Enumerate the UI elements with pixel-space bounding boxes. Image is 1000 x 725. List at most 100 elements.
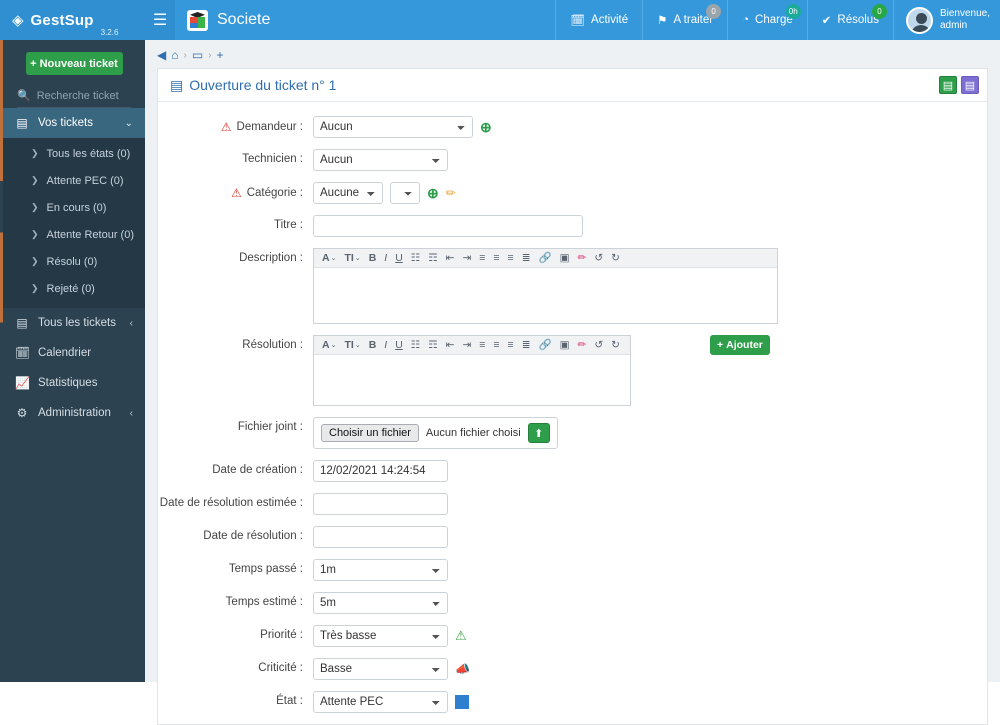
justify-icon[interactable]: ≣	[518, 253, 535, 264]
etat-select[interactable]: Attente PEC	[313, 691, 448, 713]
sidebar-item-rejete[interactable]: ❯ Rejeté (0)	[3, 275, 145, 302]
technicien-select[interactable]: Aucun	[313, 149, 448, 171]
indent-icon[interactable]: ⇥	[458, 253, 475, 264]
status-badge: 0	[871, 4, 887, 19]
new-ticket-button[interactable]: + Nouveau ticket	[25, 52, 123, 75]
categorie-select[interactable]: Aucune	[313, 182, 383, 204]
align-right-icon[interactable]: ≡	[504, 340, 518, 351]
upload-icon[interactable]: ⬆	[527, 423, 550, 443]
date-resolution-estimee-input[interactable]	[313, 493, 448, 515]
outdent-icon[interactable]: ⇤	[442, 340, 459, 351]
numbered-list-icon[interactable]: ☶	[424, 253, 441, 264]
underline-icon[interactable]: U	[391, 340, 407, 351]
highlighter-icon[interactable]: ✏	[574, 253, 591, 264]
save-and-close-button[interactable]: ▤	[961, 76, 979, 94]
redo-icon[interactable]: ↻	[607, 253, 624, 264]
outdent-icon[interactable]: ⇤	[442, 253, 459, 264]
date-creation-input[interactable]	[313, 460, 448, 482]
temps-passe-select[interactable]: 1m	[313, 559, 448, 581]
sous-categorie-select[interactable]	[390, 182, 420, 204]
font-color-icon[interactable]: A ⌄	[318, 340, 340, 351]
user-menu[interactable]: Bienvenue, admin	[892, 0, 1000, 40]
add-demandeur-icon[interactable]: ⊕	[480, 120, 492, 134]
link-icon[interactable]: 🔗	[535, 253, 556, 264]
sidebar-item-vos-tickets[interactable]: ▤ Vos tickets ⌄	[3, 108, 145, 138]
field-row-date-resolution-estimee: Date de résolution estimée :	[158, 493, 987, 515]
align-center-icon[interactable]: ≡	[489, 340, 503, 351]
add-button[interactable]: + Ajouter	[710, 335, 770, 355]
home-icon[interactable]: ⌂	[171, 48, 178, 62]
breadcrumb: ◀ ⌂ › ▭ › +	[145, 40, 1000, 68]
link-icon[interactable]: 🔗	[535, 340, 556, 351]
sidebar-item-attente-retour[interactable]: ❯ Attente Retour (0)	[3, 221, 145, 248]
check-icon: ✔	[821, 15, 832, 27]
date-resolution-input[interactable]	[313, 526, 448, 548]
add-categorie-icon[interactable]: ⊕	[427, 186, 439, 200]
highlighter-icon[interactable]: ✏	[574, 340, 591, 351]
bold-icon[interactable]: B	[365, 253, 381, 264]
bullet-list-icon[interactable]: ☷	[407, 340, 424, 351]
redo-icon[interactable]: ↻	[607, 340, 624, 351]
add-icon[interactable]: +	[217, 48, 224, 62]
undo-icon[interactable]: ↺	[590, 340, 607, 351]
demandeur-select[interactable]: Aucun	[313, 116, 473, 138]
resolution-textarea[interactable]	[314, 355, 630, 405]
back-icon[interactable]: ◀	[157, 48, 166, 62]
sidebar-subitem-label: Attente PEC (0)	[46, 174, 124, 187]
align-left-icon[interactable]: ≡	[475, 340, 489, 351]
criticite-select[interactable]: Basse	[313, 658, 448, 680]
label-description: Description :	[158, 248, 313, 264]
description-textarea[interactable]	[314, 268, 777, 323]
sidebar-item-en-cours[interactable]: ❯ En cours (0)	[3, 194, 145, 221]
field-row-priorite: Priorité : Très basse ⚠	[158, 625, 987, 647]
font-size-icon[interactable]: TI ⌄	[340, 340, 364, 351]
chevron-right-icon: ❯	[31, 175, 39, 185]
search-ticket-field[interactable]: 🔍 Recherche ticket	[17, 89, 131, 108]
sidebar-subitem-label: Rejeté (0)	[46, 282, 95, 295]
sidebar-item-attente-pec[interactable]: ❯ Attente PEC (0)	[3, 167, 145, 194]
font-color-icon[interactable]: A ⌄	[318, 253, 340, 264]
sidebar-item-tous-les-etats[interactable]: ❯ Tous les états (0)	[3, 140, 145, 167]
ticket-icon[interactable]: ▭	[192, 48, 203, 62]
hamburger-icon[interactable]: ☰	[145, 0, 175, 40]
edit-categorie-icon[interactable]: ✏	[446, 187, 456, 199]
label-text: Demandeur :	[236, 121, 303, 133]
sidebar-item-statistiques[interactable]: 📈 Statistiques	[3, 368, 145, 398]
choose-file-button[interactable]: Choisir un fichier	[321, 424, 419, 442]
company-name: Societe	[217, 11, 271, 28]
sidebar-item-administration[interactable]: ⚙ Administration ‹	[3, 398, 145, 428]
label-date-resolution: Date de résolution :	[158, 526, 313, 542]
font-size-icon[interactable]: TI ⌄	[340, 253, 364, 264]
sidebar-item-tous-les-tickets[interactable]: ▤ Tous les tickets ‹	[3, 308, 145, 338]
sidebar: + Nouveau ticket 🔍 Recherche ticket ▤ Vo…	[0, 40, 145, 682]
sidebar-item-calendrier[interactable]: 🗓 Calendrier	[3, 338, 145, 368]
align-left-icon[interactable]: ≡	[475, 253, 489, 264]
justify-icon[interactable]: ≣	[518, 340, 535, 351]
titre-input[interactable]	[313, 215, 583, 237]
align-right-icon[interactable]: ≡	[504, 253, 518, 264]
brand[interactable]: ◈ GestSup 3.2.6	[0, 0, 145, 40]
undo-icon[interactable]: ↺	[590, 253, 607, 264]
underline-icon[interactable]: U	[391, 253, 407, 264]
bold-icon[interactable]: B	[365, 340, 381, 351]
image-icon[interactable]: ▣	[556, 253, 574, 264]
indent-icon[interactable]: ⇥	[458, 340, 475, 351]
label-text: Fichier joint :	[237, 421, 303, 433]
image-icon[interactable]: ▣	[556, 340, 574, 351]
align-center-icon[interactable]: ≡	[489, 253, 503, 264]
field-row-technicien: Technicien : Aucun	[158, 149, 987, 171]
temps-estime-select[interactable]: 5m	[313, 592, 448, 614]
numbered-list-icon[interactable]: ☶	[424, 340, 441, 351]
topnav-item-activite[interactable]: 🗓 Activité	[555, 0, 642, 40]
italic-icon[interactable]: I	[380, 340, 391, 351]
save-button[interactable]: ▤	[939, 76, 957, 94]
topnav-item-a-traiter[interactable]: ⚑ A traiter 0	[642, 0, 727, 40]
topnav-item-resolus[interactable]: ✔ Résolus 0	[806, 0, 893, 40]
topnav-item-charge[interactable]: ◔ Charge 0h	[727, 0, 807, 40]
sidebar-item-resolu[interactable]: ❯ Résolu (0)	[3, 248, 145, 275]
field-row-temps-passe: Temps passé : 1m	[158, 559, 987, 581]
bullet-list-icon[interactable]: ☷	[407, 253, 424, 264]
sidebar-subitem-label: Tous les états (0)	[46, 147, 131, 160]
priorite-select[interactable]: Très basse	[313, 625, 448, 647]
italic-icon[interactable]: I	[380, 253, 391, 264]
